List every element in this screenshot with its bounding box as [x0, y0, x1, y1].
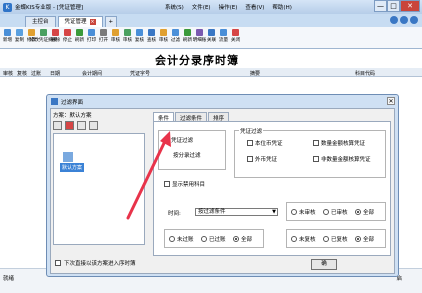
- annotation-arrow-icon: [126, 131, 171, 220]
